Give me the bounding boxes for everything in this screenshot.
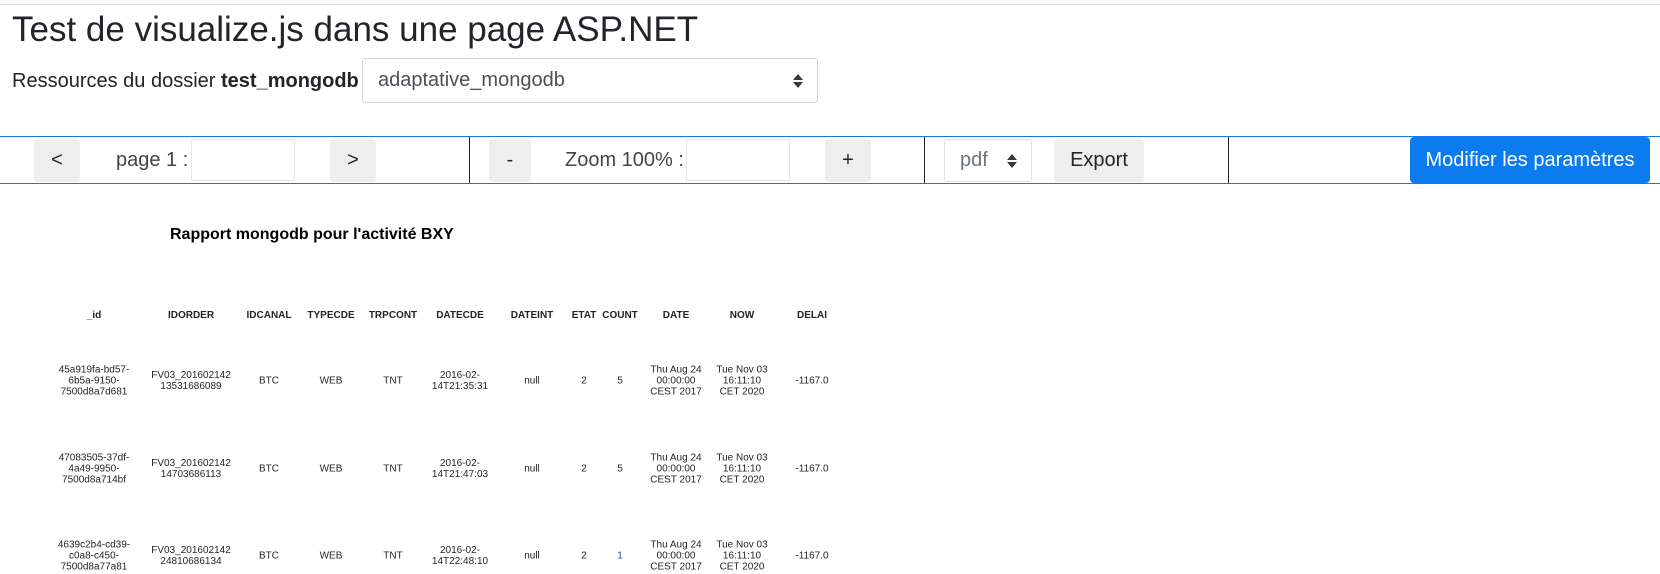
table-cell: BTC [259, 375, 279, 387]
table-cell: 2016-02- 14T21:35:31 [431, 370, 489, 392]
table-cell: 4639c2b4-cd39- c0a8-c450- 7500d8a77a81 [57, 539, 131, 573]
select-arrows-icon [793, 73, 803, 88]
page-input[interactable] [191, 139, 295, 181]
zoom-in-button[interactable]: + [825, 139, 871, 182]
table-cell: 47083505-37df- 4a49-9950- 7500d8a714bf [58, 452, 130, 486]
table-cell: WEB [319, 375, 343, 387]
column-header: IDCANAL [246, 310, 292, 321]
table-cell: -1167.0 [795, 375, 829, 387]
toolbar-separator [1228, 137, 1229, 183]
modify-parameters-button[interactable]: Modifier les paramètres [1410, 137, 1650, 183]
table-cell: Tue Nov 03 16:11:10 CET 2020 [716, 452, 768, 486]
table-cell: null [524, 463, 540, 475]
zoom-label: Zoom 100% : [565, 148, 684, 171]
table-cell: -1167.0 [795, 550, 829, 562]
zoom-out-button[interactable]: - [489, 139, 531, 182]
export-format-value: pdf [960, 149, 988, 171]
export-format-select[interactable]: pdf [944, 139, 1032, 182]
table-cell: 45a919fa-bd57- 6b5a-9150- 7500d8a7d681 [58, 364, 130, 398]
top-divider [0, 4, 1660, 5]
column-header: _id [86, 310, 102, 321]
table-cell: 5 [617, 463, 623, 475]
previous-page-button[interactable]: < [34, 139, 80, 182]
table-cell: null [524, 550, 540, 562]
table-cell: 2016-02- 14T21:47:03 [431, 458, 489, 480]
column-header: TYPECDE [307, 310, 355, 321]
column-header: TRPCONT [368, 310, 418, 321]
table-cell: WEB [319, 550, 343, 562]
zoom-input[interactable] [686, 139, 790, 181]
resources-label-prefix: Ressources du dossier [12, 70, 216, 92]
table-cell: Thu Aug 24 00:00:00 CEST 2017 [650, 539, 702, 573]
table-cell: Tue Nov 03 16:11:10 CET 2020 [716, 364, 768, 398]
table-cell: 2016-02- 14T22:48:10 [431, 545, 489, 567]
table-cell: Thu Aug 24 00:00:00 CEST 2017 [650, 452, 702, 486]
table-cell: 2 [581, 375, 587, 387]
table-cell: 1 [617, 550, 623, 562]
table-cell: FV03_201602142 13531686089 [151, 370, 231, 392]
table-cell: TNT [383, 550, 403, 562]
column-header: IDORDER [167, 310, 215, 321]
column-header: DELAI [797, 310, 827, 321]
column-header: ETAT [571, 310, 597, 321]
page-title: Test de visualize.js dans une page ASP.N… [12, 10, 699, 49]
table-cell: 5 [617, 375, 623, 387]
table-cell: null [524, 375, 540, 387]
column-header: DATEINT [510, 310, 554, 321]
column-header: DATE [662, 310, 690, 321]
select-arrows-icon [1007, 153, 1017, 168]
table-cell: -1167.0 [795, 463, 829, 475]
column-header: NOW [729, 310, 755, 321]
table-cell: FV03_201602142 14703686113 [151, 458, 231, 480]
report-title: Rapport mongodb pour l'activité BXY [170, 226, 454, 243]
table-cell: BTC [259, 550, 279, 562]
table-cell: Thu Aug 24 00:00:00 CEST 2017 [650, 364, 702, 398]
toolbar-separator [469, 137, 470, 183]
table-cell: TNT [383, 463, 403, 475]
table-cell: WEB [319, 463, 343, 475]
table-cell: FV03_201602142 24810686134 [151, 545, 231, 567]
next-page-button[interactable]: > [330, 139, 376, 182]
report-toolbar: < page 1 : > - Zoom 100% : + pdf Export … [0, 136, 1660, 184]
table-cell: TNT [383, 375, 403, 387]
page-label: page 1 : [116, 148, 189, 171]
table-cell: 2 [581, 550, 587, 562]
column-header: DATECDE [436, 310, 484, 321]
report-select[interactable]: adaptative_mongodb [362, 58, 818, 103]
resources-label: Ressources du dossier test_mongodb : [12, 58, 370, 105]
resources-folder-name: test_mongodb [221, 70, 359, 92]
column-header: COUNT [602, 310, 638, 321]
export-button[interactable]: Export [1054, 139, 1144, 182]
toolbar-separator [924, 137, 925, 183]
table-cell: Tue Nov 03 16:11:10 CET 2020 [716, 539, 768, 573]
table-cell: BTC [259, 463, 279, 475]
table-cell: 2 [581, 463, 587, 475]
report-select-value: adaptative_mongodb [378, 69, 565, 91]
